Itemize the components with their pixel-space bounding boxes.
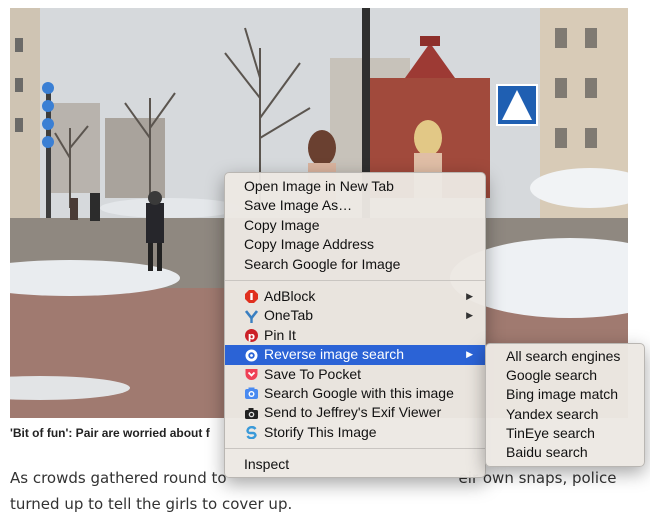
camera-icon [244, 406, 258, 420]
submenu-tineye-search[interactable]: TinEye search [486, 424, 644, 443]
submenu-bing-image-match[interactable]: Bing image match [486, 385, 644, 404]
onetab-icon [244, 309, 258, 323]
menu-adblock[interactable]: AdBlock ▶ [225, 287, 485, 306]
reverse-search-submenu: All search engines Google search Bing im… [485, 343, 645, 468]
context-menu: Open Image in New Tab Save Image As… Cop… [224, 172, 486, 479]
menu-save-to-pocket[interactable]: Save To Pocket [225, 365, 485, 384]
menu-copy-image[interactable]: Copy Image [225, 216, 485, 235]
submenu-all-search-engines[interactable]: All search engines [486, 347, 644, 366]
submenu-arrow-icon: ▶ [466, 349, 473, 360]
menu-open-image-new-tab[interactable]: Open Image in New Tab [225, 177, 485, 196]
menu-onetab[interactable]: OneTab ▶ [225, 306, 485, 325]
menu-inspect[interactable]: Inspect [225, 455, 485, 474]
submenu-arrow-icon: ▶ [466, 290, 473, 301]
menu-adblock-label: AdBlock [264, 287, 316, 304]
adblock-icon [244, 290, 258, 304]
reverse-search-icon [244, 348, 258, 362]
storify-icon [244, 426, 258, 440]
menu-reverse-image-search[interactable]: Reverse image search ▶ [225, 345, 485, 365]
menu-search-google-with-image[interactable]: Search Google with this image [225, 384, 485, 403]
menu-pin-it-label: Pin It [264, 326, 296, 343]
menu-send-to-exif-viewer-label: Send to Jeffrey's Exif Viewer [264, 404, 442, 421]
submenu-google-search[interactable]: Google search [486, 366, 644, 385]
menu-separator [225, 279, 485, 281]
menu-pin-it[interactable]: p Pin It [225, 326, 485, 345]
pinterest-icon: p [244, 329, 258, 343]
menu-onetab-label: OneTab [264, 307, 314, 324]
camera-search-icon [244, 387, 258, 401]
menu-search-google-with-image-label: Search Google with this image [264, 384, 454, 401]
menu-search-google-for-image[interactable]: Search Google for Image [225, 255, 485, 274]
submenu-yandex-search[interactable]: Yandex search [486, 405, 644, 424]
submenu-baidu-search[interactable]: Baidu search [486, 443, 644, 462]
body-line-1-head: As crowds gathered round to [10, 469, 227, 487]
photo-caption: 'Bit of fun': Pair are worried about f [10, 426, 210, 440]
menu-storify-image-label: Storify This Image [264, 423, 377, 440]
menu-send-to-exif-viewer[interactable]: Send to Jeffrey's Exif Viewer [225, 403, 485, 422]
body-line-2: turned up to tell the girls to cover up. [10, 495, 293, 513]
menu-copy-image-address[interactable]: Copy Image Address [225, 235, 485, 254]
menu-reverse-image-search-label: Reverse image search [264, 346, 405, 363]
menu-save-image-as[interactable]: Save Image As… [225, 196, 485, 215]
menu-save-to-pocket-label: Save To Pocket [264, 365, 362, 382]
submenu-arrow-icon: ▶ [466, 310, 473, 321]
menu-storify-image[interactable]: Storify This Image [225, 423, 485, 442]
pocket-icon [244, 368, 258, 382]
menu-separator [225, 448, 485, 450]
svg-text:p: p [247, 332, 254, 343]
